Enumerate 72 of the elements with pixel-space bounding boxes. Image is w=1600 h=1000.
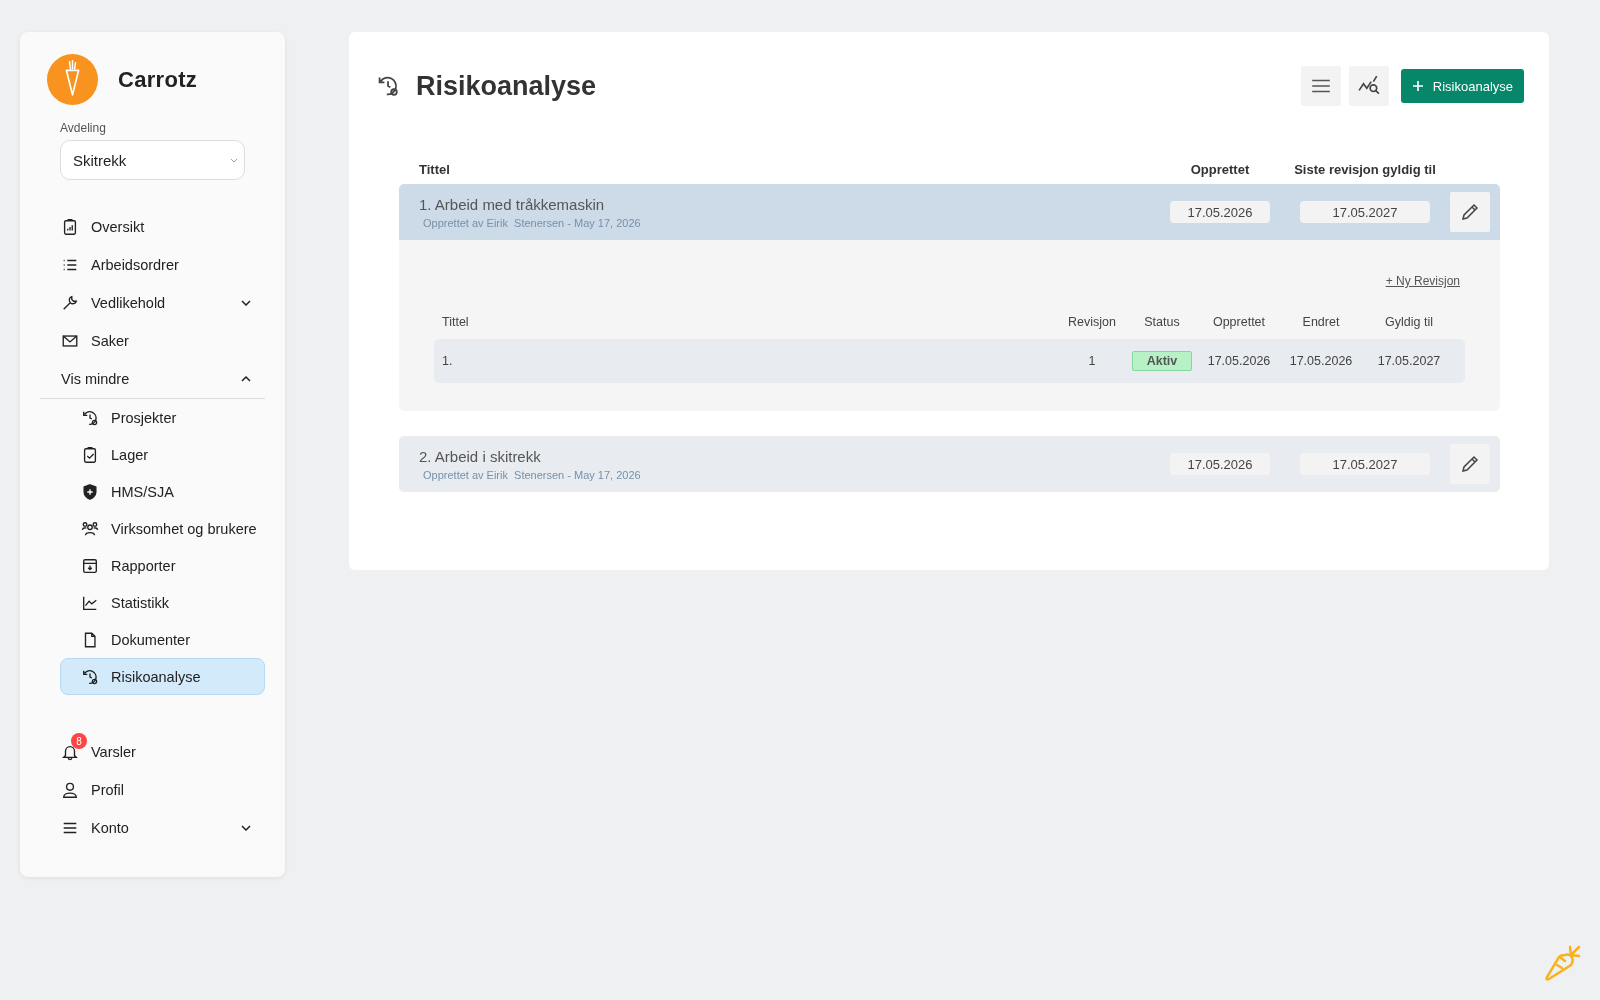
field-label: Avdeling bbox=[60, 121, 106, 135]
column-header: Tittel bbox=[418, 161, 451, 177]
nav-item[interactable]: Rapporter bbox=[60, 547, 265, 584]
table-cell-text: 17.05.2026 bbox=[1206, 354, 1272, 368]
clock-gear-icon bbox=[81, 408, 99, 427]
nav-item[interactable]: 8 Varsler bbox=[40, 733, 265, 771]
column-header: Tittel bbox=[442, 315, 470, 329]
archive-icon bbox=[81, 556, 99, 575]
table-row[interactable]: 1. Arbeid med tråkkemaskin Opprettet av Eirik Stenersen - May 17, 2026 17.05.2026 17.05.2027 bbox=[399, 184, 1500, 240]
nav-item[interactable]: Dokumenter bbox=[60, 621, 265, 658]
status-badge: Aktiv bbox=[1131, 351, 1193, 371]
nav-item[interactable]: Prosjekter bbox=[60, 399, 265, 436]
brand-name: Carrotz bbox=[118, 66, 198, 93]
carrot-logo-icon bbox=[47, 54, 98, 105]
nav-item[interactable]: Vis mindre bbox=[40, 360, 265, 399]
table-cell-text: 1 bbox=[1087, 354, 1097, 368]
clock-gear-icon bbox=[81, 667, 99, 686]
date-pill: 17.05.2027 bbox=[1300, 201, 1430, 223]
edit-button[interactable] bbox=[1450, 192, 1490, 232]
chevron-down-icon bbox=[230, 157, 238, 163]
column-header: Gyldig til bbox=[1384, 315, 1434, 329]
clipboard-chart-icon bbox=[61, 218, 79, 236]
page-title: Risikoanalyse bbox=[416, 70, 598, 102]
date-pill: 17.05.2026 bbox=[1170, 201, 1270, 223]
row-title: 2. Arbeid i skitrekk bbox=[419, 447, 542, 465]
revision-row[interactable]: 1. 1 Aktiv 17.05.2026 17.05.2026 17.05.2027 bbox=[434, 339, 1465, 383]
column-header: Endret bbox=[1301, 315, 1341, 329]
nav-item[interactable]: Saker bbox=[40, 322, 265, 360]
pencil-icon bbox=[1460, 454, 1480, 474]
table-row[interactable]: 2. Arbeid i skitrekk Opprettet av Eirik Stenersen - May 17, 2026 17.05.2026 17.05.2027 bbox=[399, 436, 1500, 492]
table-cell-text: 1. bbox=[442, 354, 454, 368]
column-header: Revisjon bbox=[1067, 315, 1117, 329]
nav-item[interactable]: Risikoanalyse bbox=[60, 658, 265, 695]
plus-icon bbox=[1411, 80, 1424, 92]
person-icon bbox=[61, 781, 79, 799]
edit-button[interactable] bbox=[1450, 444, 1490, 484]
shield-plus-icon bbox=[81, 482, 99, 501]
date-pill: 17.05.2027 bbox=[1300, 453, 1430, 475]
column-header: Opprettet bbox=[1189, 161, 1251, 177]
nav-item[interactable]: Virksomhet og brukere bbox=[60, 510, 265, 547]
chart-search-button[interactable] bbox=[1348, 66, 1389, 106]
clipboard-check-icon bbox=[81, 445, 99, 464]
column-header: Status bbox=[1143, 315, 1181, 329]
nav-item[interactable]: Oversikt bbox=[40, 208, 265, 246]
carrot-icon bbox=[1543, 943, 1583, 983]
new-revision-link[interactable]: + Ny Revisjon bbox=[1385, 274, 1460, 288]
department-select[interactable]: Skitrekk bbox=[60, 140, 245, 180]
people-icon bbox=[81, 519, 99, 538]
nav-item[interactable]: Lager bbox=[60, 436, 265, 473]
add-button[interactable]: Risikoanalyse bbox=[1400, 69, 1524, 103]
bell-icon bbox=[61, 743, 79, 761]
date-pill: 17.05.2026 bbox=[1170, 453, 1270, 475]
column-header: Siste revisjon gyldig til bbox=[1293, 161, 1437, 177]
envelope-icon bbox=[61, 332, 79, 350]
nav-item[interactable]: Profil bbox=[40, 771, 265, 809]
notification-badge: 8 bbox=[71, 733, 87, 749]
nav-item[interactable]: Konto bbox=[40, 809, 265, 847]
wrench-icon bbox=[61, 294, 79, 312]
pencil-icon bbox=[1460, 202, 1480, 222]
list-view-button[interactable] bbox=[1300, 66, 1341, 106]
row-meta: Opprettet av Eirik Stenersen - May 17, 2026 bbox=[422, 216, 642, 229]
chart-search-icon bbox=[1357, 75, 1380, 97]
nav-item[interactable]: Vedlikehold bbox=[40, 284, 265, 322]
nav-item[interactable]: HMS/SJA bbox=[60, 473, 265, 510]
table-cell-text: 17.05.2027 bbox=[1376, 354, 1442, 368]
column-header: Opprettet bbox=[1211, 315, 1267, 329]
table-cell-text: 17.05.2026 bbox=[1288, 354, 1354, 368]
row-title: 1. Arbeid med tråkkemaskin bbox=[419, 195, 606, 213]
nav-item[interactable]: Statistikk bbox=[60, 584, 265, 621]
row-meta: Opprettet av Eirik Stenersen - May 17, 2026 bbox=[422, 468, 642, 481]
clock-gear-icon bbox=[376, 74, 400, 98]
nav-item[interactable]: Arbeidsordrer bbox=[40, 246, 265, 284]
